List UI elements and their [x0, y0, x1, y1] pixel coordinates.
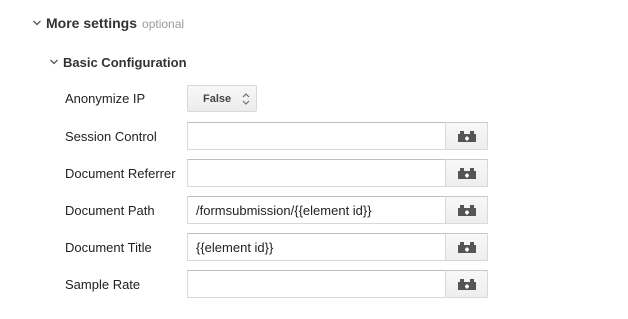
macro-icon [457, 241, 476, 253]
anonymize-ip-select[interactable]: False [187, 85, 257, 112]
document-referrer-label: Document Referrer [65, 165, 176, 181]
macro-icon [457, 130, 476, 142]
chevron-down-icon [50, 59, 58, 65]
document-title-input[interactable] [187, 233, 445, 261]
macro-icon [457, 278, 476, 290]
session-control-row: Session Control [65, 122, 488, 150]
document-path-row: Document Path [65, 196, 488, 224]
document-referrer-input[interactable] [187, 159, 445, 187]
document-path-input[interactable] [187, 196, 445, 224]
sample-rate-field [187, 270, 488, 298]
select-arrows-icon [242, 93, 250, 105]
document-referrer-field [187, 159, 488, 187]
document-title-label: Document Title [65, 239, 152, 255]
document-path-label: Document Path [65, 202, 155, 218]
anonymize-ip-value: False [203, 92, 232, 105]
document-referrer-macro-button[interactable] [445, 159, 488, 187]
sample-rate-macro-button[interactable] [445, 270, 488, 298]
sample-rate-input[interactable] [187, 270, 445, 298]
document-path-macro-button[interactable] [445, 196, 488, 224]
more-settings-title: More settings [46, 15, 138, 31]
document-title-row: Document Title [65, 233, 488, 261]
session-control-macro-button[interactable] [445, 122, 488, 150]
document-referrer-row: Document Referrer [65, 159, 488, 187]
basic-configuration-title: Basic Configuration [63, 54, 187, 70]
settings-panel: More settings optional Basic Configurati… [0, 0, 628, 319]
sample-rate-row: Sample Rate [65, 270, 488, 298]
sample-rate-label: Sample Rate [65, 276, 141, 292]
document-title-macro-button[interactable] [445, 233, 488, 261]
anonymize-ip-row: Anonymize IP False [65, 85, 257, 112]
session-control-label: Session Control [65, 128, 157, 144]
basic-configuration-toggle[interactable]: Basic Configuration [49, 52, 187, 72]
session-control-field [187, 122, 488, 150]
session-control-input[interactable] [187, 122, 445, 150]
document-path-field [187, 196, 488, 224]
more-settings-subtitle: optional [142, 16, 185, 31]
document-title-field [187, 233, 488, 261]
anonymize-ip-label: Anonymize IP [65, 91, 146, 106]
more-settings-toggle[interactable]: More settings optional [32, 13, 184, 33]
macro-icon [457, 204, 476, 216]
chevron-down-icon [33, 20, 41, 26]
macro-icon [457, 167, 476, 179]
